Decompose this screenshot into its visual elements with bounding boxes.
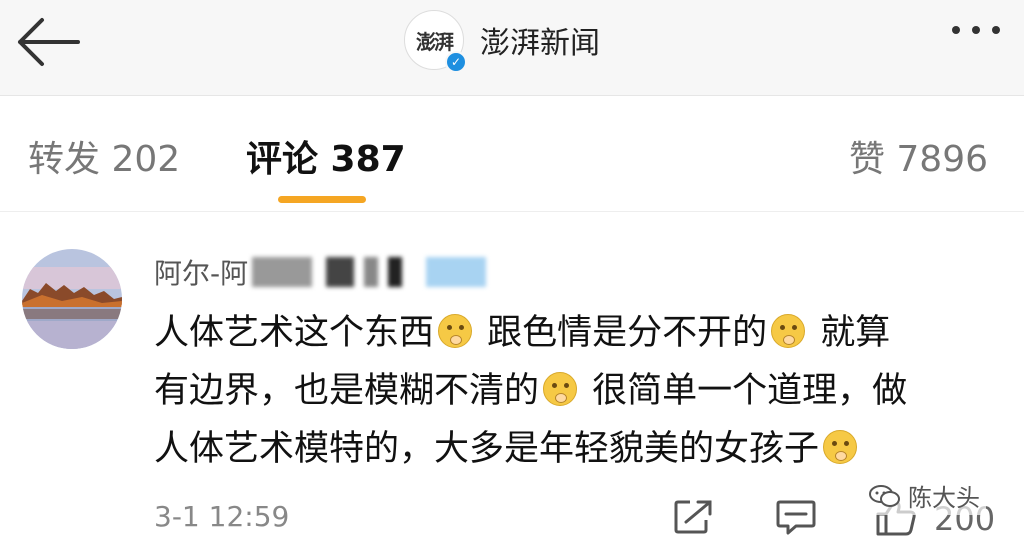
comment-timestamp: 3-1 12:59 bbox=[154, 500, 290, 533]
more-dot bbox=[972, 26, 980, 34]
redacted-blur bbox=[388, 257, 403, 287]
commenter-username[interactable]: 阿尔-阿 bbox=[154, 252, 248, 292]
tab-comment[interactable]: 评论 387 bbox=[246, 130, 406, 182]
shush-emoji-icon bbox=[438, 314, 473, 348]
comment-icon[interactable] bbox=[774, 498, 818, 536]
comment-text: 就算 bbox=[809, 313, 891, 353]
comment-line: 人体艺术模特的，大多是年轻貌美的女孩子 bbox=[154, 420, 1004, 478]
tab-repost[interactable]: 转发 202 bbox=[28, 130, 180, 182]
redacted-blur bbox=[426, 257, 487, 287]
comment-text: 人体艺术模特的，大多是年轻貌美的女孩子 bbox=[154, 429, 820, 469]
comment-text: 很简单一个道理，做 bbox=[581, 371, 908, 411]
comment-line: 人体艺术这个东西 跟色情是分不开的 就算 bbox=[154, 304, 1004, 362]
commenter-name-row[interactable]: 阿尔-阿 bbox=[154, 252, 487, 292]
top-bar: 澎湃 ✓ 澎湃新闻 bbox=[0, 0, 1024, 96]
watermark: 陈大头 bbox=[862, 476, 986, 515]
redacted-blur bbox=[326, 257, 355, 287]
comment-text: 有边界，也是模糊不清的 bbox=[154, 371, 540, 411]
comment-body: 人体艺术这个东西 跟色情是分不开的 就算 有边界，也是模糊不清的 很简单一个道理… bbox=[154, 304, 1004, 478]
active-tab-indicator bbox=[278, 196, 366, 203]
more-dot bbox=[952, 26, 960, 34]
comment-text: 跟色情是分不开的 bbox=[476, 313, 768, 353]
avatar-landscape-image bbox=[22, 249, 122, 349]
account-header[interactable]: 澎湃 ✓ 澎湃新闻 bbox=[404, 8, 600, 73]
tab-bar: 转发 202 评论 387 赞 7896 bbox=[0, 96, 1024, 212]
watermark-text: 陈大头 bbox=[908, 484, 980, 512]
share-icon[interactable] bbox=[672, 498, 716, 536]
commenter-avatar[interactable] bbox=[22, 249, 122, 349]
comment-text: 人体艺术这个东西 bbox=[154, 313, 435, 353]
shush-emoji-icon bbox=[543, 372, 578, 406]
redacted-blur bbox=[252, 257, 313, 287]
shush-emoji-icon bbox=[771, 314, 806, 348]
account-avatar[interactable]: 澎湃 ✓ bbox=[404, 10, 467, 73]
verified-icon: ✓ bbox=[445, 51, 467, 73]
shush-emoji-icon bbox=[823, 430, 858, 464]
more-icon[interactable] bbox=[952, 26, 1000, 34]
comment-line: 有边界，也是模糊不清的 很简单一个道理，做 bbox=[154, 362, 1004, 420]
back-arrow-icon[interactable] bbox=[12, 14, 84, 70]
account-name[interactable]: 澎湃新闻 bbox=[480, 18, 600, 62]
account-logo-text: 澎湃 bbox=[416, 29, 454, 54]
tab-like[interactable]: 赞 7896 bbox=[849, 130, 988, 182]
wechat-icon bbox=[869, 484, 900, 507]
redacted-blur bbox=[364, 257, 379, 287]
more-dot bbox=[992, 26, 1000, 34]
